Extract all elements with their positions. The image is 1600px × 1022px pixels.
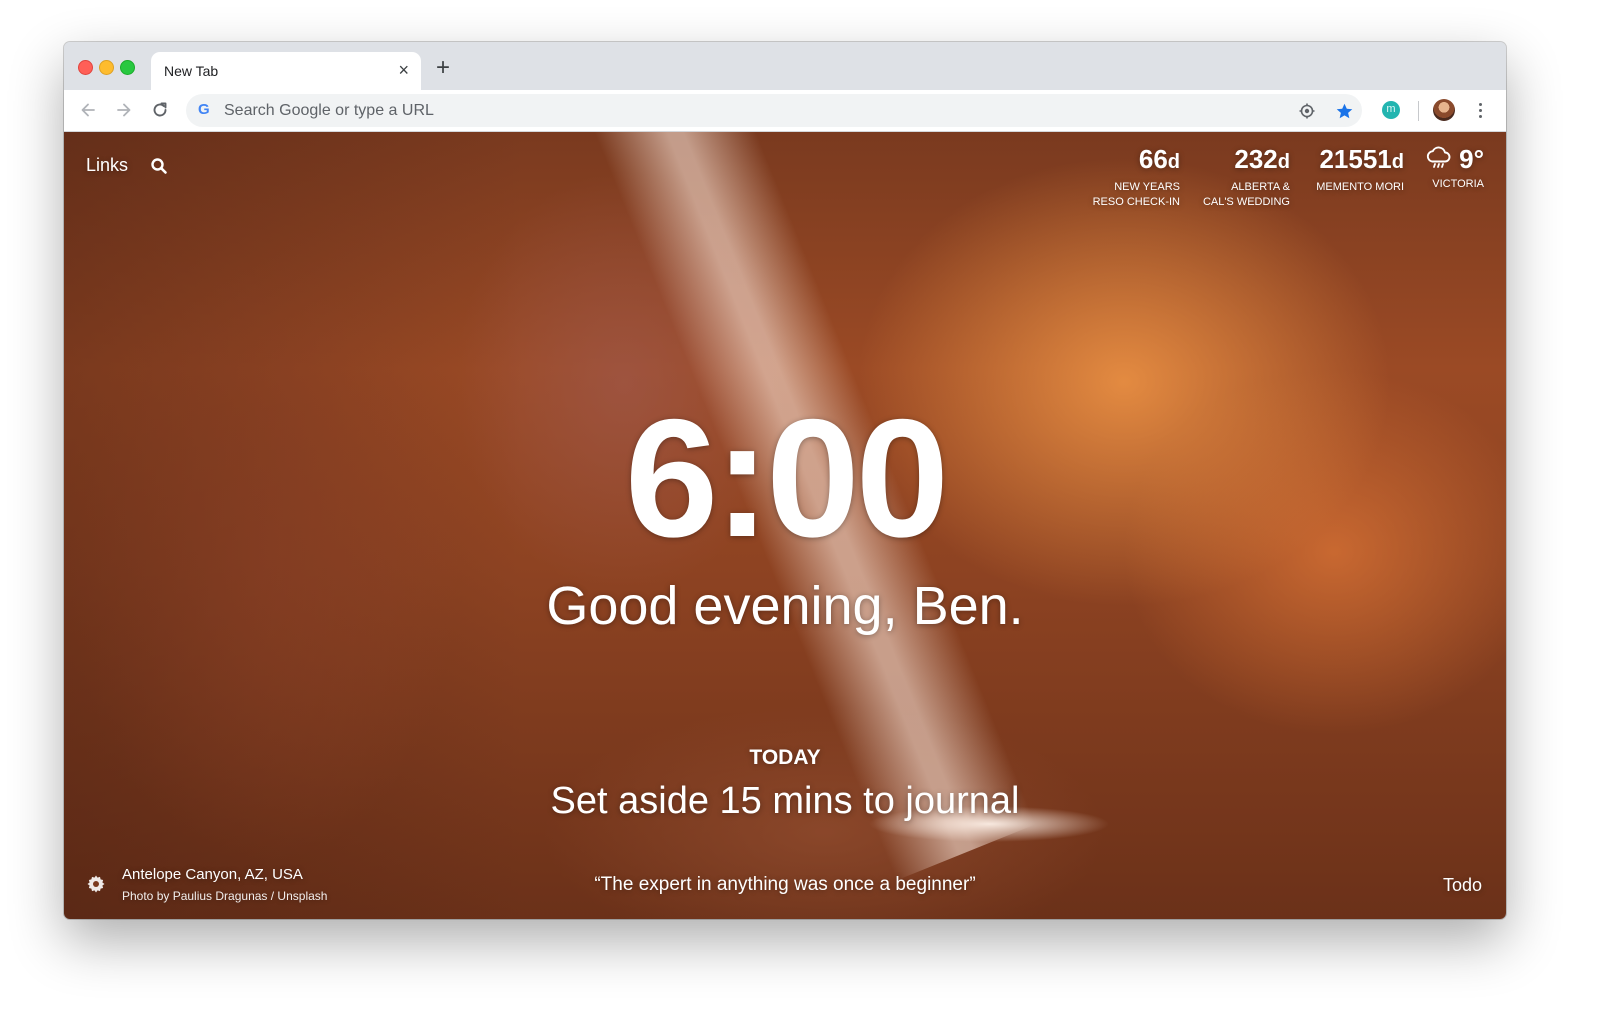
back-button[interactable] xyxy=(76,98,100,122)
weather-location: VICTORIA xyxy=(1432,178,1484,190)
metric-label-line1: NEW YEARS xyxy=(1114,181,1180,193)
weather-widget[interactable]: 9° VICTORIA xyxy=(1432,144,1484,192)
new-tab-button[interactable]: + xyxy=(436,56,450,80)
metric-unit: d xyxy=(1391,151,1404,173)
close-window-button[interactable] xyxy=(78,60,93,75)
reload-button[interactable] xyxy=(148,98,172,122)
location-button[interactable] xyxy=(1296,100,1318,122)
momentum-dashboard: Links 66d NEW YEARS RESO CHECK-IN 232d A… xyxy=(64,132,1506,919)
location-icon xyxy=(1299,103,1315,119)
omnibox[interactable]: G Search Google or type a URL xyxy=(186,94,1362,127)
metric-value: 66 xyxy=(1138,144,1168,174)
forward-arrow-icon xyxy=(117,103,131,117)
countdown-metric-new-years[interactable]: 66d NEW YEARS RESO CHECK-IN xyxy=(1093,144,1180,210)
todo-button[interactable]: Todo xyxy=(1443,875,1482,896)
focus-text[interactable]: Set aside 15 mins to journal xyxy=(64,778,1506,824)
avatar[interactable] xyxy=(1433,99,1455,121)
countdown-metric-wedding[interactable]: 232d ALBERTA & CAL'S WEDDING xyxy=(1203,144,1290,210)
tab-strip: New Tab × + xyxy=(64,42,1506,90)
back-arrow-icon xyxy=(81,103,95,117)
clock: 6:00 xyxy=(624,384,949,572)
reload-icon xyxy=(153,102,167,117)
metric-unit: d xyxy=(1277,151,1290,173)
metric-label-line1: ALBERTA & xyxy=(1231,181,1290,193)
metric-value: 232 xyxy=(1234,144,1278,174)
bookmark-star-icon xyxy=(1336,103,1352,118)
tab-new-tab[interactable]: New Tab × xyxy=(151,52,421,90)
kebab-menu-icon[interactable] xyxy=(1470,100,1490,120)
metric-label-line2: RESO CHECK-IN xyxy=(1092,196,1180,208)
zoom-window-button[interactable] xyxy=(120,60,135,75)
minimize-window-button[interactable] xyxy=(99,60,114,75)
toolbar-divider xyxy=(1418,101,1419,121)
weather-temperature: 9° xyxy=(1459,144,1484,174)
close-tab-icon[interactable]: × xyxy=(398,61,409,79)
bookmark-button[interactable] xyxy=(1333,100,1355,122)
tab-title: New Tab xyxy=(164,63,219,79)
search-icon[interactable] xyxy=(150,157,168,175)
extension-icon[interactable]: m xyxy=(1382,101,1400,119)
metric-label-line1: MEMENTO MORI xyxy=(1316,181,1404,193)
countdown-metric-memento-mori[interactable]: 21551d MEMENTO MORI xyxy=(1316,144,1404,195)
greeting: Good evening, Ben. xyxy=(546,576,1024,636)
quote[interactable]: “The expert in anything was once a begin… xyxy=(64,874,1506,896)
forward-button[interactable] xyxy=(112,98,136,122)
toolbar: G Search Google or type a URL m xyxy=(64,90,1506,132)
focus-label: TODAY xyxy=(749,746,821,769)
metric-value: 21551 xyxy=(1319,144,1392,174)
metric-unit: d xyxy=(1167,151,1180,173)
google-icon: G xyxy=(198,101,210,118)
links-button[interactable]: Links xyxy=(86,155,128,176)
omnibox-placeholder: Search Google or type a URL xyxy=(224,102,434,119)
metric-label-line2: CAL'S WEDDING xyxy=(1202,196,1290,208)
browser-window: New Tab × + G Search Google or type a UR… xyxy=(64,42,1506,919)
